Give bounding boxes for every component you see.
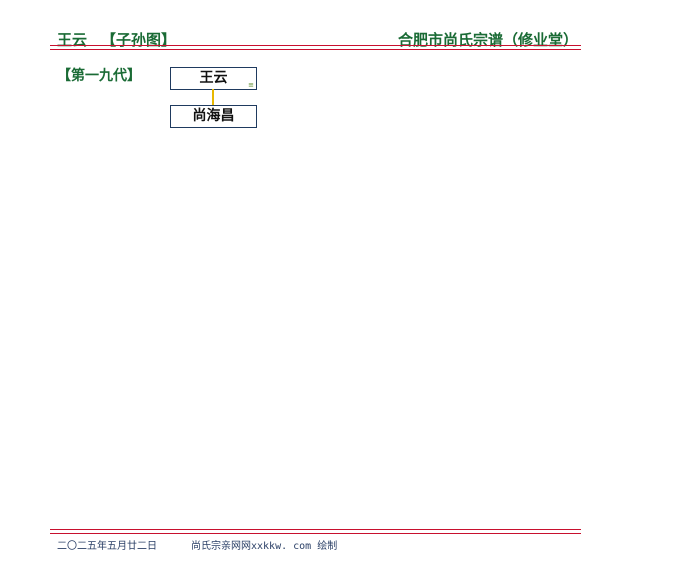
person-name-root: 王云 [199, 70, 228, 86]
footer-rule-bottom [50, 533, 581, 534]
generation-label: 【第一九代】 [57, 68, 141, 84]
footer: 二〇二五年五月廿二日 尚氏宗亲网网xxkkw. com 绘制 [57, 537, 337, 552]
footer-date: 二〇二五年五月廿二日 [57, 541, 157, 552]
branch-mark-icon: ≡ [248, 81, 254, 89]
person-box-child[interactable]: 尚海昌 [170, 105, 257, 128]
page-title: 王云 【子孙图】 [57, 29, 176, 50]
footer-rule-top [50, 529, 581, 530]
header-person-name: 王云 [57, 31, 88, 49]
genealogy-title: 合肥市尚氏宗谱（修业堂） [397, 31, 578, 49]
header-rule-top [50, 45, 581, 46]
footer-credit: 尚氏宗亲网网xxkkw. com 绘制 [191, 541, 338, 552]
chart-kind-label: 【子孙图】 [101, 31, 177, 49]
person-box-root[interactable]: 王云 ≡ [170, 67, 257, 90]
header-rule-bottom [50, 49, 581, 50]
tree-connector-line [212, 89, 214, 105]
person-name-child: 尚海昌 [192, 108, 235, 124]
